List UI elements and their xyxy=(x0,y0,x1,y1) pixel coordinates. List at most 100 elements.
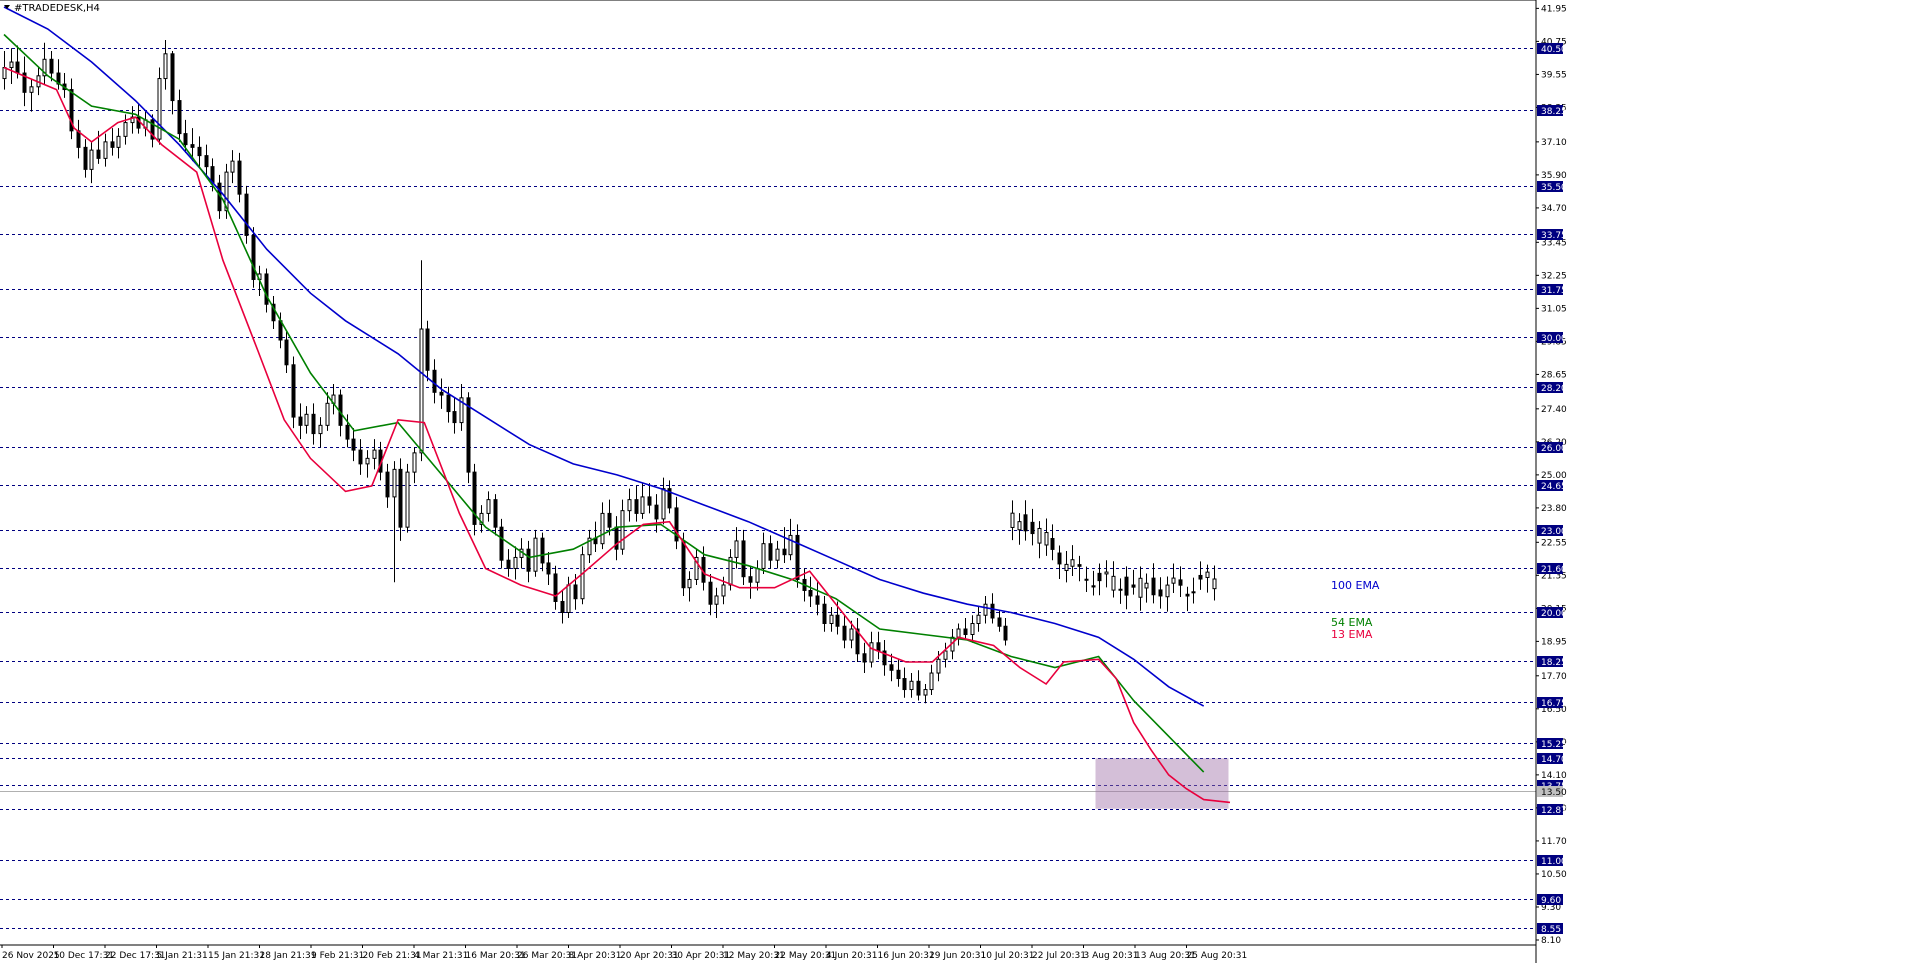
candle-bull xyxy=(1010,512,1015,528)
candle-bull xyxy=(392,468,397,498)
candle-bull xyxy=(372,449,377,459)
candle-bull xyxy=(1017,521,1022,531)
candle-bull xyxy=(620,510,625,550)
candle-bear xyxy=(177,100,182,135)
candle-bull xyxy=(365,457,370,465)
candle-bear xyxy=(634,499,639,514)
candle-bull xyxy=(869,642,874,663)
candle-bear xyxy=(546,562,551,575)
time-tick-label: 4 Jun 20:31 xyxy=(826,951,877,961)
candle-bull xyxy=(580,554,585,600)
price-tick-label: 32.25 xyxy=(1541,271,1567,281)
time-tick-label: 20 Apr 20:31 xyxy=(620,951,679,961)
candle-bull xyxy=(163,53,168,80)
level-label: 24.65 xyxy=(1541,482,1567,492)
candle-bear xyxy=(560,600,565,613)
candle-bear xyxy=(439,391,444,396)
candle-bear xyxy=(1023,514,1028,532)
level-label: 15.25 xyxy=(1541,740,1567,750)
time-tick-label: 5 Jan 21:31 xyxy=(157,951,208,961)
level-label: 21.60 xyxy=(1541,565,1567,575)
time-tick-label: 29 Jun 20:31 xyxy=(929,951,986,961)
candle-bear xyxy=(83,146,88,170)
price-tick-label: 37.10 xyxy=(1541,138,1567,148)
candle-bull xyxy=(929,672,934,691)
time-tick-label: 22 Jul 20:31 xyxy=(1032,951,1086,961)
price-tick-label: 31.05 xyxy=(1541,304,1567,314)
level-label: 20.00 xyxy=(1541,609,1567,619)
time-tick-label: 10 Jul 20:31 xyxy=(981,951,1035,961)
candle-bear xyxy=(190,144,195,148)
candle-bull xyxy=(788,534,793,556)
candle-bear xyxy=(1057,552,1062,565)
price-tick-label: 8.10 xyxy=(1541,936,1561,946)
candle-bull xyxy=(1111,575,1116,591)
candle-bear xyxy=(1185,593,1190,597)
price-tick-label: 27.40 xyxy=(1541,405,1567,415)
level-label: 11.00 xyxy=(1541,857,1567,867)
candle-bear xyxy=(808,589,813,597)
candle-bear xyxy=(768,543,773,561)
candle-bull xyxy=(1064,563,1069,572)
price-tick-label: 28.65 xyxy=(1541,370,1567,380)
candle-bull xyxy=(661,488,666,520)
candle-bear xyxy=(49,58,54,74)
candle-bull xyxy=(1138,577,1143,598)
candle-bear xyxy=(1158,589,1163,597)
level-label: 18.25 xyxy=(1541,658,1567,668)
level-label: 8.55 xyxy=(1541,925,1561,935)
candle-bear xyxy=(1131,584,1136,588)
candle-bear xyxy=(204,155,209,168)
price-tick-label: 10.50 xyxy=(1541,870,1567,880)
candle-bear xyxy=(1124,576,1129,596)
candle-bull xyxy=(734,540,739,558)
candle-bull xyxy=(304,413,309,426)
ema-13-label: 13 EMA xyxy=(1331,628,1373,641)
chart-canvas[interactable]: 41.9540.7539.5538.3537.1035.9034.7033.45… xyxy=(0,0,1916,963)
candle-bear xyxy=(1178,579,1183,586)
time-tick-label: 30 Apr 20:31 xyxy=(672,951,731,961)
candle-bull xyxy=(419,328,424,454)
candle-bear xyxy=(244,193,249,236)
candle-bear xyxy=(876,642,881,652)
candle-bull xyxy=(318,424,323,435)
candle-bull xyxy=(640,496,645,514)
candle-bear xyxy=(446,394,451,413)
candle-bear xyxy=(452,411,457,424)
candle-bear xyxy=(425,328,430,371)
candle-bear xyxy=(1151,577,1156,596)
current-price-label: 13.50 xyxy=(1541,788,1567,798)
candle-bull xyxy=(1165,584,1170,598)
price-tick-label: 35.90 xyxy=(1541,171,1567,181)
candle-bear xyxy=(298,416,303,426)
candle-bull xyxy=(943,650,948,660)
candle-bear xyxy=(358,449,363,465)
candle-bull xyxy=(1205,571,1210,578)
level-label: 23.00 xyxy=(1541,527,1567,537)
ema-100-label: 100 EMA xyxy=(1331,579,1380,592)
candle-bull xyxy=(923,689,928,696)
candle-bull xyxy=(829,614,834,624)
price-tick-label: 25.00 xyxy=(1541,471,1567,481)
candle-bear xyxy=(748,576,753,583)
candle-bear xyxy=(553,573,558,602)
price-chart[interactable]: 41.9540.7539.5538.3537.1035.9034.7033.45… xyxy=(0,0,1916,963)
candle-bear xyxy=(472,471,477,525)
candle-bear xyxy=(398,468,403,528)
candle-bear xyxy=(1097,572,1102,582)
level-label: 12.87 xyxy=(1541,806,1567,816)
candle-bear xyxy=(896,669,901,680)
price-tick-label: 22.55 xyxy=(1541,538,1567,548)
candle-bull xyxy=(1104,571,1109,575)
candle-bull xyxy=(775,548,780,561)
candle-bull xyxy=(566,584,571,613)
candle-bull xyxy=(1037,527,1042,544)
candle-bear xyxy=(902,678,907,691)
candle-bear xyxy=(708,581,713,605)
price-tick-label: 23.80 xyxy=(1541,504,1567,514)
level-label: 38.25 xyxy=(1541,107,1567,117)
candle-bear xyxy=(183,133,188,146)
candle-bear xyxy=(237,160,242,195)
candle-bear xyxy=(654,504,659,520)
candle-bear xyxy=(647,496,652,506)
